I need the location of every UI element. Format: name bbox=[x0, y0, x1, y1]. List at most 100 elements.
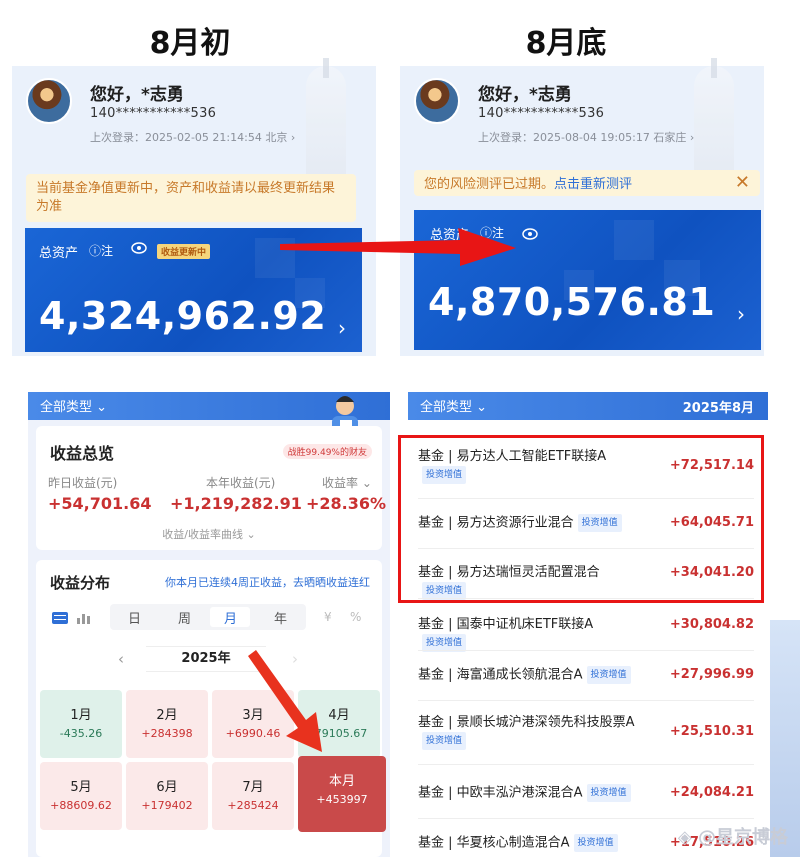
fund-name: 基金 | 海富通成长领航混合A 投资增值 bbox=[418, 666, 638, 685]
avatar[interactable] bbox=[414, 78, 460, 124]
investment-tag: 投资增值 bbox=[586, 784, 631, 802]
period-month[interactable]: 月 bbox=[224, 608, 237, 627]
month-cell[interactable]: 2月 +284398 bbox=[126, 690, 208, 758]
fund-name: 基金 | 华夏核心制造混合A 投资增值 bbox=[418, 834, 638, 853]
month-cell[interactable]: 1月 -435.26 bbox=[40, 690, 122, 758]
last-login[interactable]: 上次登录：2025-08-04 19:05:17 石家庄 › bbox=[478, 129, 694, 145]
retest-link[interactable]: 点击重新测评 bbox=[554, 177, 632, 192]
account-panel-early: 您好，*志勇 140***********536 上次登录：2025-02-05… bbox=[12, 58, 376, 356]
fund-gain: +24,084.21 bbox=[669, 785, 754, 800]
month-value: +285424 bbox=[227, 799, 279, 812]
fund-gain: +25,510.31 bbox=[669, 724, 754, 739]
account-panel-end: 您好，*志勇 140***********536 上次登录：2025-08-04… bbox=[400, 58, 764, 356]
nav-update-notice: 当前基金净值更新中，资产和收益请以最终更新结果为准 bbox=[26, 174, 356, 222]
rate-value: +28.36% bbox=[306, 494, 387, 513]
percent-toggle[interactable]: % bbox=[350, 610, 361, 624]
close-icon[interactable]: ✕ bbox=[735, 174, 750, 192]
info-icon[interactable]: ⓘ注 bbox=[89, 242, 113, 259]
month-cell[interactable]: 本月 +453997 bbox=[298, 756, 386, 832]
earnings-panel: 全部类型 ⌄ 收益总览 战胜99.49%的财友 昨日收益(元) +54,701.… bbox=[28, 392, 390, 857]
distribution-title: 收益分布 bbox=[50, 574, 111, 592]
total-assets-label: 总资产 bbox=[39, 246, 79, 261]
label-end-august: 8月底 bbox=[525, 26, 607, 61]
beat-badge: 战胜99.49%的财友 bbox=[282, 444, 372, 459]
year-value: +1,219,282.91 bbox=[170, 494, 302, 513]
fund-name-text: 基金 | 国泰中证机床ETF联接A bbox=[418, 617, 594, 632]
year-label: 本年收益(元) bbox=[206, 476, 276, 490]
fund-name-text: 基金 | 海富通成长领航混合A bbox=[418, 667, 583, 683]
label-early-august: 8月初 bbox=[149, 26, 231, 61]
month-cell[interactable]: 7月 +285424 bbox=[212, 762, 294, 830]
updating-badge: 收益更新中 bbox=[157, 244, 211, 259]
month-value: +88609.62 bbox=[50, 799, 112, 812]
chevron-right-icon[interactable]: › bbox=[338, 316, 346, 340]
type-filter[interactable]: 全部类型 ⌄ bbox=[420, 396, 487, 415]
investment-tag: 投资增值 bbox=[573, 834, 618, 852]
fund-gain: +30,804.82 bbox=[669, 617, 754, 632]
fund-name-text: 基金 | 景顺长城沪港深领先科技股票A bbox=[418, 715, 635, 730]
avatar[interactable] bbox=[26, 78, 72, 124]
curve-link[interactable]: 收益/收益率曲线 ⌄ bbox=[36, 526, 382, 542]
overview-title: 收益总览 bbox=[50, 444, 115, 463]
month-value: +179402 bbox=[141, 799, 193, 812]
month-cell[interactable]: 5月 +88609.62 bbox=[40, 762, 122, 830]
top-bar: 全部类型 ⌄ 2025年8月 bbox=[408, 392, 768, 420]
currency-toggle[interactable]: ¥ bbox=[324, 610, 332, 624]
calendar-view-icon[interactable] bbox=[52, 612, 68, 624]
investment-tag: 投资增值 bbox=[586, 666, 631, 684]
month-name: 2月 bbox=[156, 708, 178, 723]
account-number: 140***********536 bbox=[478, 106, 605, 121]
watermark: ◈ @星京博格 bbox=[677, 827, 788, 848]
period-selector: 日 周 月 年 bbox=[110, 604, 306, 630]
month-value: +284398 bbox=[141, 727, 193, 740]
greeting: 您好，*志勇 bbox=[478, 85, 572, 105]
row-divider bbox=[418, 764, 754, 765]
fund-name: 基金 | 国泰中证机床ETF联接A投资增值 bbox=[418, 616, 638, 653]
prev-year-arrow[interactable]: ‹ bbox=[118, 650, 124, 668]
month-cell[interactable]: 6月 +179402 bbox=[126, 762, 208, 830]
arrow-down-icon bbox=[248, 650, 322, 752]
notice-text: 当前基金净值更新中，资产和收益请以最终更新结果为准 bbox=[36, 181, 336, 214]
arrow-right-icon bbox=[280, 228, 516, 266]
month-name: 本月 bbox=[328, 774, 355, 789]
bar-chart-icon[interactable] bbox=[76, 612, 92, 624]
decoration-strip bbox=[770, 620, 800, 857]
month-name: 7月 bbox=[242, 780, 264, 795]
yesterday-value: +54,701.64 bbox=[48, 494, 152, 513]
period-week[interactable]: 周 bbox=[178, 608, 191, 627]
last-login[interactable]: 上次登录：2025-02-05 21:14:54 北京 › bbox=[90, 129, 295, 145]
row-divider bbox=[418, 818, 754, 819]
investment-tag: 投资增值 bbox=[422, 732, 467, 750]
month-value: -435.26 bbox=[59, 727, 103, 740]
greeting: 您好，*志勇 bbox=[90, 85, 184, 105]
rate-label[interactable]: 收益率 ⌄ bbox=[322, 474, 372, 491]
row-divider bbox=[418, 650, 754, 651]
fund-name-text: 基金 | 中欧丰泓沪港深混合A bbox=[418, 785, 583, 801]
chevron-right-icon[interactable]: › bbox=[737, 302, 745, 326]
fund-name: 基金 | 景顺长城沪港深领先科技股票A 投资增值 bbox=[418, 714, 638, 751]
total-assets-amount: 4,324,962.92 bbox=[39, 294, 327, 338]
highlight-box bbox=[398, 435, 764, 603]
type-filter[interactable]: 全部类型 ⌄ bbox=[40, 396, 107, 415]
eye-icon[interactable] bbox=[131, 242, 147, 254]
fund-name: 基金 | 中欧丰泓沪港深混合A 投资增值 bbox=[418, 784, 638, 803]
earnings-overview-card: 收益总览 战胜99.49%的财友 昨日收益(元) +54,701.64 本年收益… bbox=[36, 426, 386, 550]
row-divider bbox=[418, 700, 754, 701]
fund-gain: +27,996.99 bbox=[669, 667, 754, 682]
streak-link[interactable]: 你本月已连续4周正收益，去晒晒收益连红 bbox=[165, 574, 370, 590]
period-year[interactable]: 年 bbox=[274, 608, 287, 627]
month-value: +453997 bbox=[316, 793, 368, 806]
period-day[interactable]: 日 bbox=[128, 608, 141, 627]
total-assets-amount: 4,870,576.81 bbox=[428, 280, 716, 324]
fund-name-text: 基金 | 华夏核心制造混合A bbox=[418, 835, 570, 851]
account-number: 140***********536 bbox=[90, 106, 217, 121]
risk-test-notice: 您的风险测评已过期。点击重新测评 ✕ bbox=[414, 170, 760, 196]
notice-text: 您的风险测评已过期。 bbox=[424, 177, 555, 192]
eye-icon[interactable] bbox=[522, 228, 538, 240]
month-name: 5月 bbox=[70, 780, 92, 795]
fund-row[interactable]: 基金 | 景顺长城沪港深领先科技股票A 投资增值 +25,510.31 bbox=[418, 714, 754, 754]
month-name: 6月 bbox=[156, 780, 178, 795]
yesterday-label: 昨日收益(元) bbox=[48, 476, 118, 490]
month-label: 2025年8月 bbox=[682, 401, 754, 416]
month-name: 1月 bbox=[70, 708, 92, 723]
